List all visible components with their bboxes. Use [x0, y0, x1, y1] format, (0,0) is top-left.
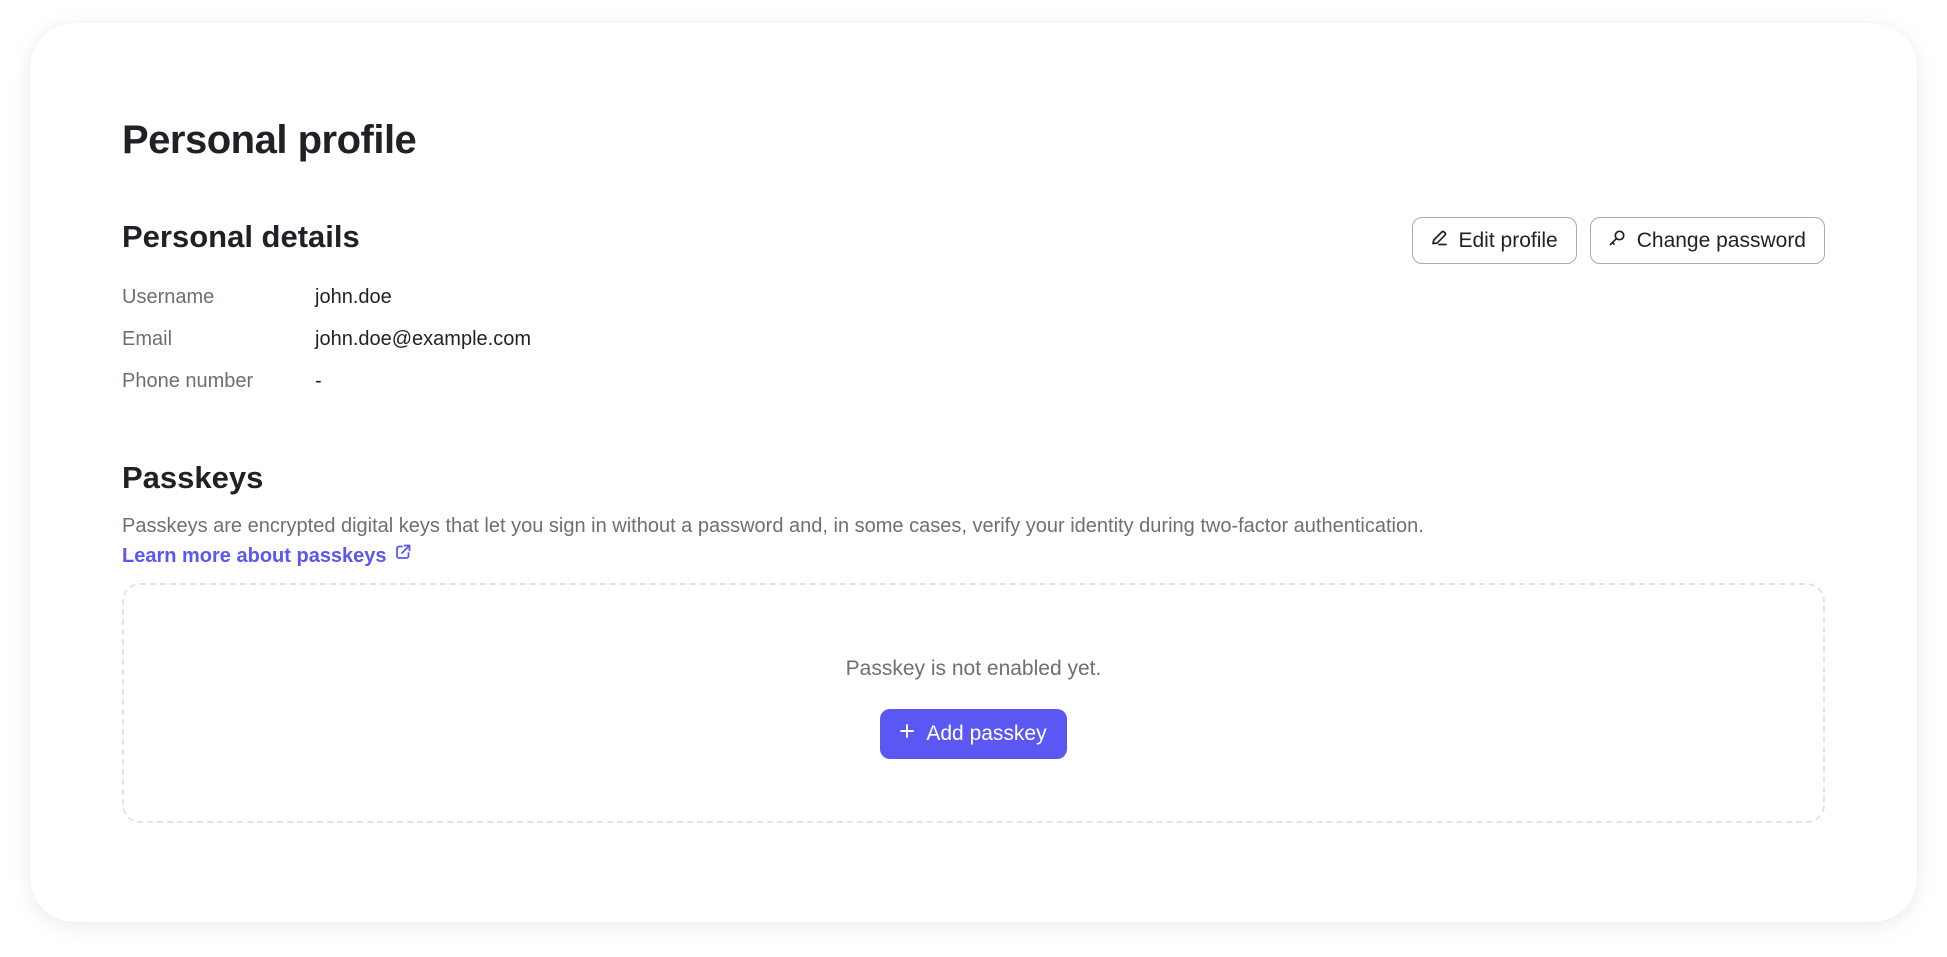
details-actions: Edit profile Change password [1411, 217, 1825, 264]
field-label: Email [122, 327, 173, 350]
field-label: Phone number [122, 369, 254, 392]
field-row-username: Username john.doe [122, 276, 1825, 318]
page-title: Personal profile [122, 118, 417, 162]
profile-card: Personal profile Personal details Edit p… [30, 23, 1917, 922]
add-passkey-label: Add passkey [926, 722, 1047, 745]
empty-state-text: Passkey is not enabled yet. [845, 657, 1102, 680]
change-password-button[interactable]: Change password [1589, 217, 1825, 264]
key-icon [1607, 228, 1627, 254]
personal-details-section: Personal details Edit profile Change pas… [122, 217, 1825, 402]
passkeys-title: Passkeys [122, 460, 264, 495]
plus-icon [898, 722, 916, 746]
passkeys-section: Passkeys Passkeys are encrypted digital … [122, 460, 1825, 823]
passkeys-empty-state: Passkey is not enabled yet. Add passkey [122, 583, 1825, 823]
learn-more-label: Learn more about passkeys [122, 545, 387, 567]
field-label: Username [122, 285, 215, 308]
pen-icon [1429, 228, 1449, 254]
change-password-label: Change password [1636, 228, 1806, 252]
field-value: john.doe@example.com [315, 327, 531, 350]
field-row-phone: Phone number - [122, 360, 1825, 402]
external-link-icon [393, 541, 413, 571]
learn-more-link[interactable]: Learn more about passkeys [122, 541, 413, 571]
passkeys-description: Passkeys are encrypted digital keys that… [122, 515, 1424, 537]
edit-profile-button[interactable]: Edit profile [1411, 217, 1577, 264]
details-field-list: Username john.doe Email john.doe@example… [122, 276, 1825, 402]
add-passkey-button[interactable]: Add passkey [880, 709, 1067, 759]
field-value: john.doe [315, 285, 392, 308]
edit-profile-label: Edit profile [1458, 228, 1558, 252]
page: Personal profile Personal details Edit p… [0, 0, 1947, 957]
field-value: - [315, 369, 322, 392]
field-row-email: Email john.doe@example.com [122, 318, 1825, 360]
